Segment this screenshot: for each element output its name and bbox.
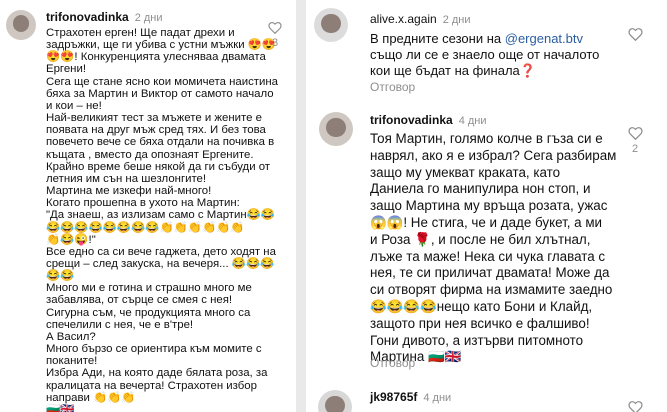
comment-line: Гони дивото, а изтърви питомното [370, 332, 584, 348]
avatar[interactable] [319, 112, 353, 146]
like-heart-icon[interactable] [628, 27, 643, 41]
comment-line: Тоя Мартин, голямо колче в гъза си е [370, 131, 603, 146]
username[interactable]: alive.x.again [370, 12, 437, 26]
like-count: 3 [271, 37, 279, 49]
timestamp: 2 дни [134, 12, 163, 24]
comment-line: наврял, ако я е избрал? Сега разбирам [370, 147, 617, 163]
comment-text: Тоя Мартин, голямо колче в гъза си е навр… [370, 131, 642, 366]
comment-line: Сега ще стане ясно кои момичета наистина [46, 75, 278, 88]
like-heart-icon[interactable] [628, 126, 643, 140]
comment-line: задръжки, ще ги убива с устни мъжки 😍😍 [46, 39, 277, 52]
comment-line: къщата , вместо да опознаят Ергените. [46, 148, 254, 161]
username[interactable]: jk98765f [370, 390, 417, 404]
comment-line: 😂😂😂😂😂😂😂😂👏👏👏👏👏👏 [46, 221, 245, 234]
comment-line: А Васил? [46, 330, 96, 343]
comment-line: Много ми е готина и страшно много ме [46, 282, 252, 295]
comment-line: Страхотен ерген! Ще падат дрехи и [46, 27, 235, 39]
comment-line: Даниела го манипулира нон стоп, и [370, 181, 591, 197]
comment-line: Мартина ме изкефи най-много! [46, 185, 212, 198]
comment-line: и кои – не! [46, 99, 102, 112]
comment-line: също ли се е знаело още от началото [370, 47, 600, 62]
comment-line: Крайно време беше някой да ги събуди от [46, 160, 271, 173]
comment-line: Най-великият тест за мъжете и жените е [46, 112, 262, 125]
right-comment-panel: alive.x.again 2 дни В предните сезони на … [306, 0, 667, 412]
like-heart-icon[interactable] [628, 400, 643, 412]
comment-line: 😂😂😂😂нещо като Бони и Клайд, [370, 298, 593, 314]
comment-line: Сигурна съм, че продукцията много са [46, 306, 251, 319]
comment-line: появата на друг мъж сред тях. И без това [46, 124, 266, 137]
comment-line: поканите! [46, 355, 98, 368]
comment-line: 👏😂😜!" [46, 233, 96, 246]
left-comment-panel: trifonovadinka 2 дни Страхотен ерген! Ще … [0, 0, 296, 412]
comment-line: защото при нея всичко е фалшиво! [370, 315, 590, 331]
comment-line: защо Мартина му връща розата, ужас [370, 198, 608, 214]
comment-text: В предните сезони на @ergenat.btv също ли… [370, 31, 640, 79]
comment-line: кои ще бъдат на финала❓ [370, 63, 536, 78]
avatar[interactable] [314, 8, 348, 42]
reply-button[interactable]: Отговор [370, 356, 415, 370]
comment-text: Страхотен ерген! Ще падат дрехи и задръжк… [46, 27, 278, 412]
comment-line: Много бързо се ориентира към момите с [46, 343, 262, 356]
comment-line: 😱😱! Не стига, че и даде букет, а ми [370, 214, 603, 230]
comment-line: лъже та маже! Нека си чука главата с [370, 248, 606, 264]
comment-line: си отворят фирма на измамите заедно [370, 282, 613, 298]
comment-line: забавлява, от сърце се смея с нея! [46, 294, 233, 307]
comment-line: В предните сезони на @ergenat.btv [370, 31, 583, 46]
comment-line: повечето вече се бяха отдали на почивка … [46, 136, 275, 149]
like-heart-icon[interactable] [268, 21, 282, 34]
column-divider [296, 0, 306, 412]
comment-header: jk98765f 4 дни [370, 390, 451, 405]
username[interactable]: trifonovadinka [46, 10, 129, 24]
comment-line: "Да знаеш, аз излизам само с Мартин😂😂 [46, 209, 276, 222]
comment-header: trifonovadinka 2 дни [46, 10, 163, 25]
comment-line: бяха за Мартин и Виктор от самото начало [46, 87, 274, 100]
comment-line: Все едно са си вече гаджета, дето ходят … [46, 245, 276, 258]
comment-line: 😂😂 [46, 270, 75, 283]
username[interactable]: trifonovadinka [370, 113, 453, 127]
comment-line: нея, те си приличат двамата! Може да [370, 265, 610, 281]
comment-line: и Роза 🌹, и после не бил хлътнал, [370, 231, 591, 247]
avatar[interactable] [6, 10, 36, 40]
comment-header: trifonovadinka 4 дни [370, 113, 487, 128]
comment-line: спечелили с нея, че е в'тре! [46, 318, 194, 331]
comment-line: 🇧🇬🇬🇧 [46, 403, 75, 412]
reply-button[interactable]: Отговор [370, 80, 415, 94]
comment-line: Избра Ади, на която даде бялата роза, за [46, 367, 268, 380]
comment-header: alive.x.again 2 дни [370, 12, 471, 27]
comment-line: Ергени! [46, 63, 86, 76]
timestamp: 2 дни [442, 14, 471, 26]
comment-line: летния им сън на шезлонгите! [46, 172, 207, 185]
timestamp: 4 дни [423, 392, 452, 404]
comment-line: направи 👏👏👏 [46, 391, 136, 404]
timestamp: 4 дни [458, 115, 487, 127]
like-count: 2 [631, 143, 639, 155]
comment-line: кралицата на вечерта! Страхотен избор [46, 379, 257, 392]
avatar[interactable] [318, 390, 352, 412]
comment-line: защо му умекват краката, като [370, 164, 561, 180]
comment-line: срещи – след закуска, на вечеря... 😂😂😂 [46, 257, 275, 270]
mention-link[interactable]: @ergenat.btv [505, 31, 583, 46]
comment-line: Когато прошепна в ухото на Мартин: [46, 197, 240, 210]
comment-line: 😍😍! Конкуренцията улесняваа двамата [46, 51, 266, 64]
